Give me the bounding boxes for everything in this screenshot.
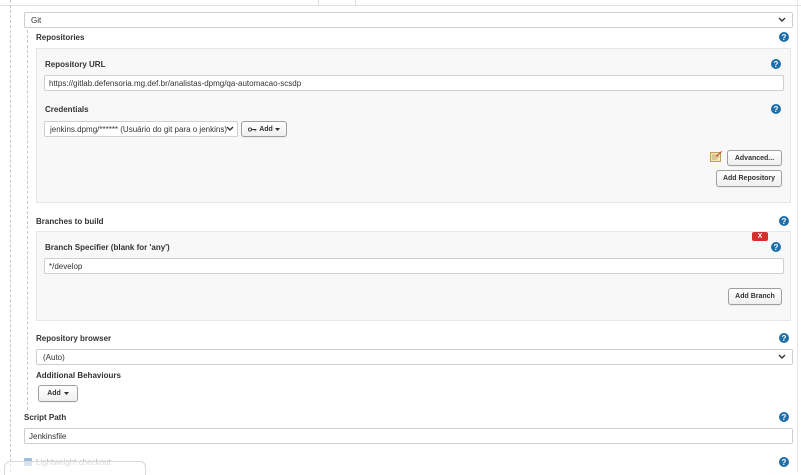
add-behaviour-button[interactable]: Add [38,385,78,402]
repositories-heading: Repositories [36,33,85,42]
delete-branch-button[interactable]: X [752,232,768,241]
repository-browser-select[interactable]: (Auto) [36,349,793,365]
add-branch-label: Add Branch [735,293,775,300]
help-icon[interactable]: ? [779,412,789,422]
bottom-overlay-tab [4,461,146,475]
repository-url-label: Repository URL [45,60,106,69]
caret-down-icon [63,392,69,395]
credentials-select-value: jenkins.dpmg/****** (Usuário do git para… [50,124,227,134]
repository-browser-value: (Auto) [43,352,65,362]
additional-behaviours-label: Additional Behaviours [36,371,121,380]
svg-text:?: ? [774,243,779,252]
notepad-icon [710,151,722,162]
add-repository-label: Add Repository [722,175,776,182]
credentials-select[interactable]: jenkins.dpmg/****** (Usuário do git para… [44,121,238,137]
svg-text:?: ? [774,60,779,69]
add-credentials-label: Add [259,125,273,133]
svg-text:?: ? [782,413,787,422]
credentials-label: Credentials [45,105,89,114]
key-icon [248,126,257,132]
outer-guide-line [10,0,11,472]
script-path-value: Jenkinsfile [29,431,67,441]
add-credentials-button[interactable]: Add [241,121,287,137]
svg-text:?: ? [782,33,787,42]
help-icon[interactable]: ? [779,457,789,467]
right-scroll-edge [797,0,801,472]
help-icon[interactable]: ? [771,104,781,114]
help-icon[interactable]: ? [771,59,781,69]
chevron-down-icon [226,126,234,131]
help-icon[interactable]: ? [779,333,789,343]
add-behaviour-label: Add [47,390,61,397]
svg-text:?: ? [782,458,787,467]
chevron-down-icon [778,17,786,22]
caret-down-icon [274,127,280,131]
branch-specifier-label: Branch Specifier (blank for 'any') [45,243,170,252]
chevron-down-icon [778,354,786,359]
repository-browser-label: Repository browser [36,334,112,343]
repository-url-value: https://gitlab.defensoria.mg.def.br/anal… [49,78,302,88]
top-divider [0,0,801,6]
add-repository-button[interactable]: Add Repository [716,170,782,187]
branches-heading: Branches to build [36,217,104,226]
help-icon[interactable]: ? [771,242,781,252]
script-path-label: Script Path [24,413,67,422]
repository-url-input[interactable]: https://gitlab.defensoria.mg.def.br/anal… [44,75,784,91]
scm-select[interactable]: Git [24,12,793,28]
svg-text:?: ? [774,105,779,114]
scm-select-value: Git [31,15,42,25]
advanced-button[interactable]: Advanced... [727,150,782,166]
add-branch-button[interactable]: Add Branch [728,288,782,305]
svg-text:?: ? [782,334,787,343]
branch-specifier-value: */develop [49,261,83,271]
svg-text:?: ? [782,217,787,226]
delete-branch-label: X [757,233,763,240]
help-icon[interactable]: ? [779,216,789,226]
branch-specifier-input[interactable]: */develop [44,258,784,274]
inner-guide-line [27,30,28,410]
help-icon[interactable]: ? [779,32,789,42]
advanced-label: Advanced... [734,154,775,162]
top-tab-edge [318,0,356,6]
script-path-input[interactable]: Jenkinsfile [24,428,793,444]
